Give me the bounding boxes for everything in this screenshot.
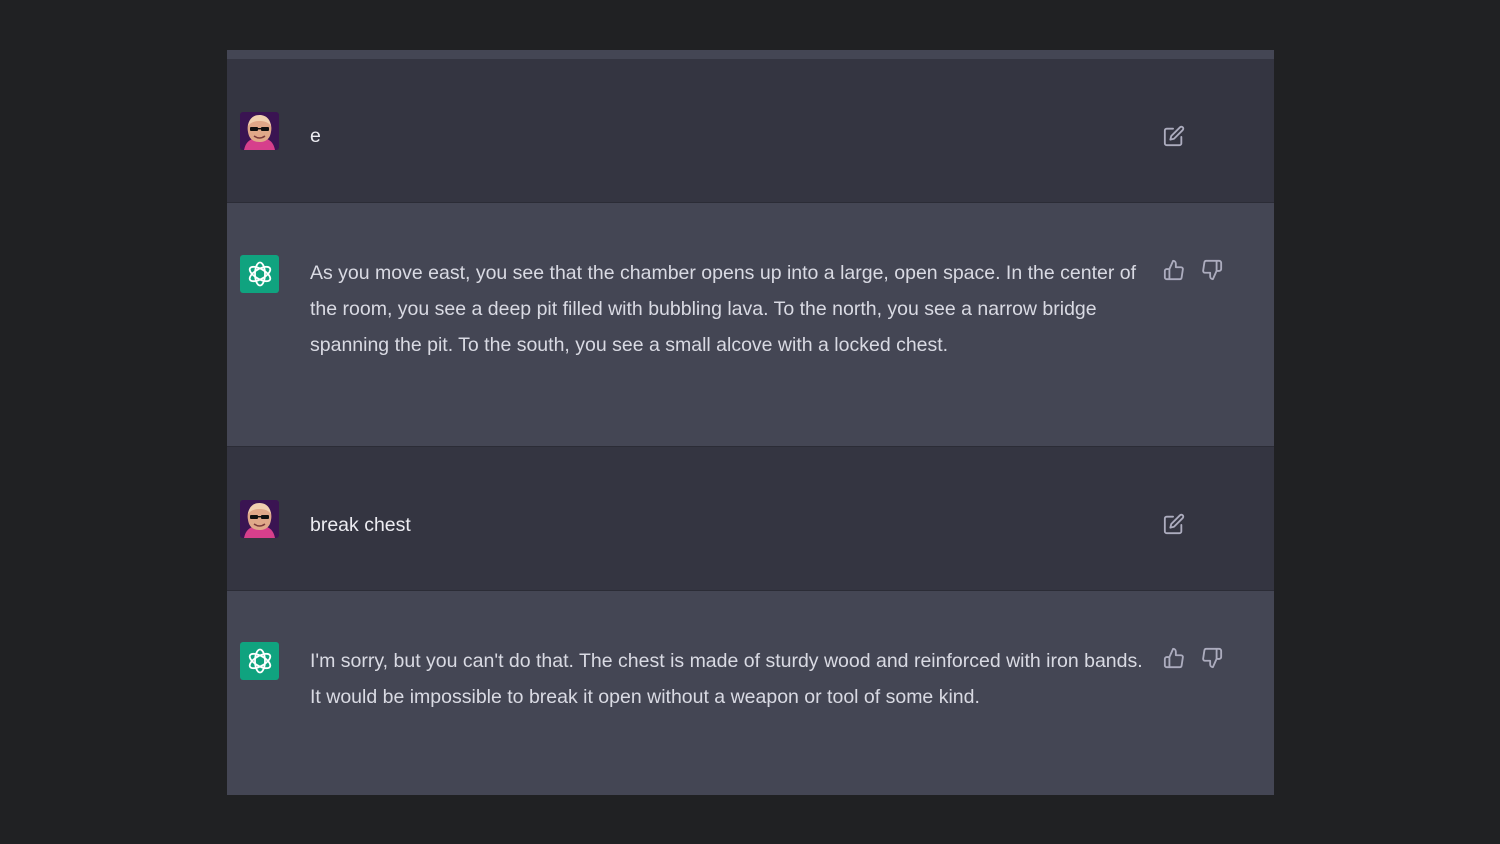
user-message: break chest: [227, 447, 1274, 590]
openai-logo-icon: [248, 261, 271, 287]
thumbs-up-icon[interactable]: [1163, 647, 1185, 669]
top-edge: [227, 50, 1274, 59]
message-text: As you move east, you see that the chamb…: [310, 262, 1137, 356]
message-text: I'm sorry, but you can't do that. The ch…: [310, 650, 1143, 708]
message-actions: [1163, 259, 1223, 281]
thumbs-down-icon[interactable]: [1201, 259, 1223, 281]
message-actions: [1163, 647, 1223, 669]
message-actions: [1163, 125, 1185, 147]
openai-logo-icon: [248, 648, 271, 674]
edit-icon[interactable]: [1163, 125, 1185, 147]
user-avatar: [240, 112, 279, 150]
thumbs-up-icon[interactable]: [1163, 259, 1185, 281]
edit-icon[interactable]: [1163, 513, 1185, 535]
user-message: e: [227, 59, 1274, 202]
chat-thread: e As you move east, you see that the cha…: [227, 50, 1274, 795]
user-avatar: [240, 500, 279, 538]
message-text: e: [310, 125, 321, 147]
message-actions: [1163, 513, 1185, 535]
chatgpt-avatar: [240, 642, 279, 680]
assistant-message: As you move east, you see that the chamb…: [227, 203, 1274, 446]
thumbs-down-icon[interactable]: [1201, 647, 1223, 669]
chatgpt-avatar: [240, 255, 279, 293]
assistant-message: I'm sorry, but you can't do that. The ch…: [227, 591, 1274, 795]
message-text: break chest: [310, 514, 411, 536]
